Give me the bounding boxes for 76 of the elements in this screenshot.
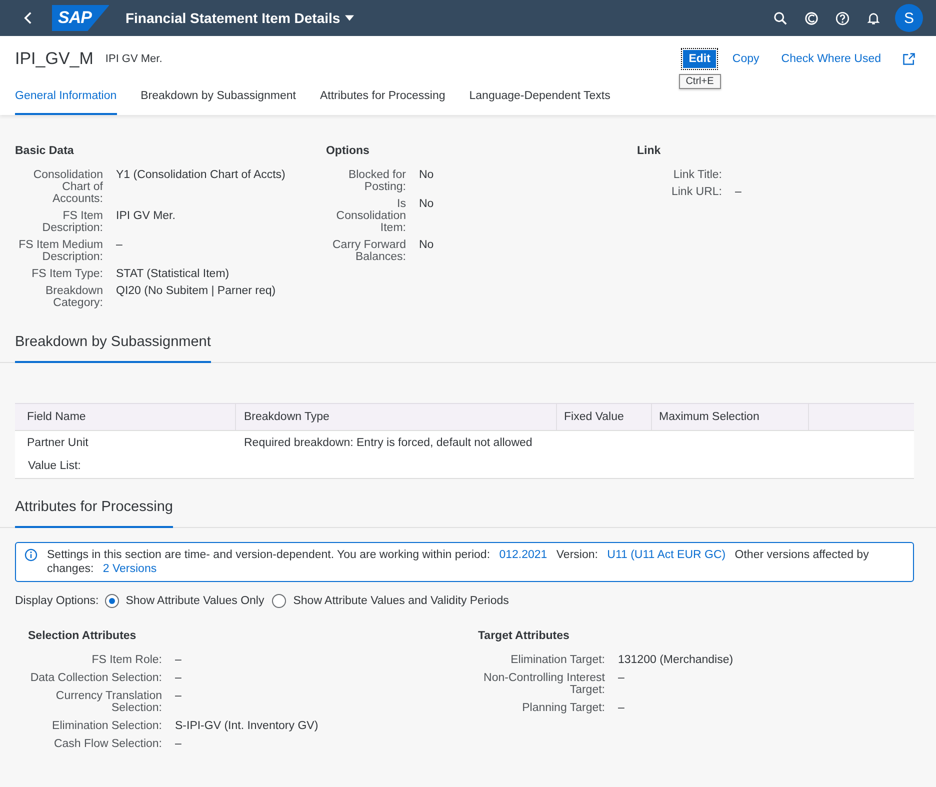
field-value: – [175,690,182,704]
field-value: Y1 (Consolidation Chart of Accts) [116,169,286,183]
field-label: Elimination Selection: [51,720,162,732]
field-label: Planning Target: [521,702,605,714]
field-value: S-IPI-GV (Int. Inventory GV) [175,720,318,732]
field-value: STAT (Statistical Item) [116,268,230,280]
field-label: Currency Translation Selection: [54,690,162,714]
field-value: – [175,654,182,666]
field-label: Breakdown Category: [44,285,103,309]
column-header: Breakdown Type [236,404,557,430]
action-button[interactable]: Check Where Used [775,50,887,68]
caret-icon [345,15,354,21]
section-tab[interactable]: Language-Dependent Texts [469,90,610,115]
group-title: Options [326,145,370,157]
message-link[interactable]: 2 Versions [102,563,157,575]
field-label: Value List: [28,460,82,472]
field-value: – [116,239,122,253]
back-icon[interactable] [22,11,34,25]
shortcut-tooltip: Ctrl+E [678,74,721,89]
action-button[interactable]: Copy [726,50,766,68]
info-message: Settings in this section are time- and version-dependent. You are working within period: 012.2021 Version: U11 (U11 Act EUR GC) Other versions affected by changes: 2 Versions [47,548,870,576]
field-value: – [618,672,624,686]
field-value: – [734,186,742,198]
radio-option[interactable]: Show Attribute Values and Validity Periods [272,594,509,608]
message-link[interactable]: 012.2021 [499,549,548,561]
field-label: Blocked for Posting: [347,169,406,193]
field-value: IPI GV Mer. [116,210,176,224]
share-icon[interactable] [902,52,916,66]
field-label: Data Collection Selection: [29,672,162,684]
column-header: Fixed Value [557,404,652,430]
display-options-label: Display Options: [15,595,99,607]
field-label: Cash Flow Selection: [52,738,162,750]
group-title: Basic Data [15,145,75,157]
info-icon [24,548,38,562]
object-subtitle: IPI GV Mer. [105,53,162,65]
field-value: No [418,169,434,183]
section-tab[interactable]: General Information [15,90,117,115]
table-cell-text: Partner Unit [26,437,90,449]
field-label: Link URL: [670,186,722,198]
field-value: – [618,702,624,714]
object-title: IPI_GV_M [15,49,94,69]
field-value: No [418,239,434,253]
group-title: Selection Attributes [27,630,138,642]
help-icon[interactable] [835,10,850,26]
user-avatar[interactable]: S [895,4,923,32]
notifications-icon[interactable] [866,10,881,26]
search-icon[interactable] [773,10,788,26]
app-title-menu[interactable]: Financial Statement Item Details [125,10,354,26]
sap-logo[interactable]: SAP [52,5,110,31]
column-header: Maximum Selection [652,404,809,430]
edit-button[interactable]: Edit [682,50,716,68]
message-link[interactable]: U11 (U11 Act EUR GC) [607,549,726,561]
field-value: No [418,198,434,212]
field-value: – [175,738,182,750]
section-title: Attributes for Processing [15,499,173,528]
field-label: Non-Controlling Interest Target: [482,672,605,696]
field-label: Is Consolidation Item: [335,198,406,234]
section-tab[interactable]: Breakdown by Subassignment [140,90,296,115]
group-title: Link [636,145,662,157]
field-label: FS Item Description: [41,210,103,234]
field-label: FS Item Type: [30,268,103,280]
field-value: – [175,672,182,684]
column-header: Field Name [15,404,236,430]
field-value: 131200 (Merchandise) [618,654,734,666]
field-label: FS Item Role: [90,654,162,666]
section-tab[interactable]: Attributes for Processing [320,90,446,115]
group-title: Target Attributes [477,630,570,642]
field-label: FS Item Medium Description: [18,239,103,263]
field-label: Link Title: [672,169,722,181]
table-cell-text: Required breakdown: Entry is forced, default not allowed [243,437,534,449]
field-label: Elimination Target: [510,654,605,666]
section-title: Breakdown by Subassignment [15,334,211,363]
field-label: Carry Forward Balances: [332,239,406,263]
field-label: Consolidation Chart of Accounts: [32,169,103,205]
field-value: QI20 (No Subitem | Parner req) [116,285,276,299]
radio-option[interactable]: Show Attribute Values Only [104,594,264,608]
